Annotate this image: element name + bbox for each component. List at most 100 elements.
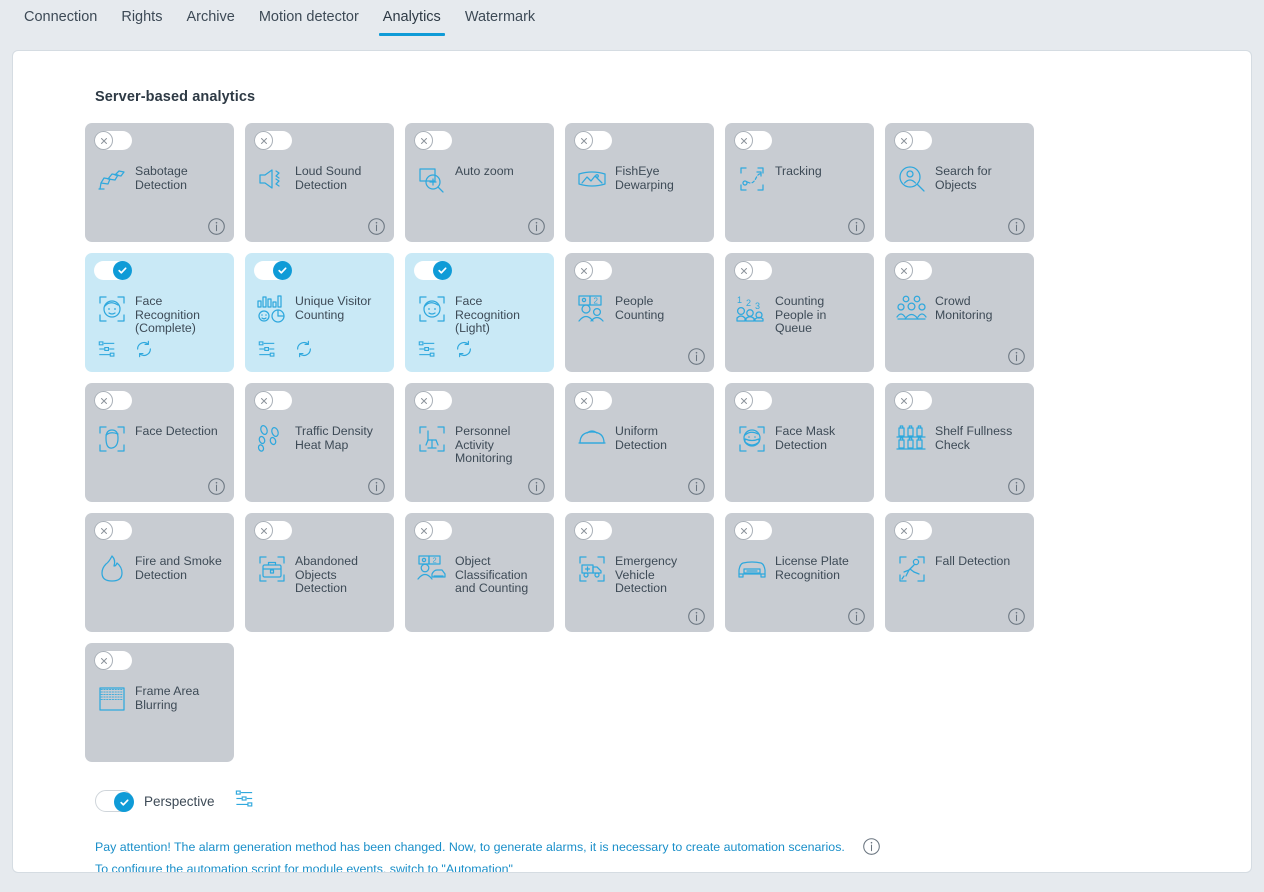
analytics-card-sabotage-detection[interactable]: Sabotage Detection [85, 123, 234, 242]
refresh-icon[interactable] [294, 339, 314, 364]
check-icon [119, 798, 128, 806]
close-icon [740, 397, 747, 404]
analytics-card-face-mask-detection[interactable]: Face Mask Detection [725, 383, 874, 502]
toggle-knob [273, 261, 292, 280]
toggle-face-detection[interactable] [94, 391, 132, 410]
toggle-object-classification-and-counting[interactable] [414, 521, 452, 540]
toggle-loud-sound-detection[interactable] [254, 131, 292, 150]
info-icon[interactable] [367, 477, 386, 496]
info-icon[interactable] [687, 347, 706, 366]
card-label: License Plate Recognition [775, 554, 849, 582]
analytics-card-counting-people-in-queue[interactable]: 1 2 3 Counting People in Queue [725, 253, 874, 372]
toggle-shelf-fullness-check[interactable] [894, 391, 932, 410]
analytics-card-fall-detection[interactable]: Fall Detection [885, 513, 1034, 632]
analytics-card-loud-sound-detection[interactable]: Loud Sound Detection [245, 123, 394, 242]
toggle-tracking[interactable] [734, 131, 772, 150]
toggle-face-recognition-complete[interactable] [94, 261, 132, 280]
toggle-crowd-monitoring[interactable] [894, 261, 932, 280]
toggle-uniform-detection[interactable] [574, 391, 612, 410]
analytics-card-uniform-detection[interactable]: Uniform Detection [565, 383, 714, 502]
info-icon[interactable] [862, 837, 881, 856]
toggle-knob [254, 131, 273, 150]
tab-archive[interactable]: Archive [174, 0, 246, 38]
info-icon[interactable] [207, 217, 226, 236]
toggle-sabotage-detection[interactable] [94, 131, 132, 150]
info-icon[interactable] [687, 477, 706, 496]
info-icon[interactable] [847, 217, 866, 236]
analytics-card-auto-zoom[interactable]: Auto zoom [405, 123, 554, 242]
info-icon[interactable] [1007, 217, 1026, 236]
toggle-frame-area-blurring[interactable] [94, 651, 132, 670]
toggle-people-counting[interactable] [574, 261, 612, 280]
analytics-card-people-counting[interactable]: 2 People Counting [565, 253, 714, 372]
analytics-card-face-recognition-complete[interactable]: Face Recognition (Complete) [85, 253, 234, 372]
info-icon[interactable] [1007, 477, 1026, 496]
analytics-card-fire-and-smoke-detection[interactable]: Fire and Smoke Detection [85, 513, 234, 632]
toggle-abandoned-objects-detection[interactable] [254, 521, 292, 540]
analytics-card-unique-visitor-counting[interactable]: Unique Visitor Counting [245, 253, 394, 372]
analytics-card-emergency-vehicle-detection[interactable]: Emergency Vehicle Detection [565, 513, 714, 632]
analytics-card-frame-area-blurring[interactable]: Frame Area Blurring [85, 643, 234, 762]
info-icon[interactable] [1007, 347, 1026, 366]
shelf-fullness-icon [894, 421, 930, 457]
close-icon [900, 397, 907, 404]
settings-sliders-icon[interactable] [257, 339, 277, 364]
toggle-knob [894, 521, 913, 540]
toggle-knob [894, 391, 913, 410]
analytics-card-face-recognition-light[interactable]: Face Recognition (Light) [405, 253, 554, 372]
analytics-card-shelf-fullness-check[interactable]: Shelf Fullness Check [885, 383, 1034, 502]
toggle-emergency-vehicle-detection[interactable] [574, 521, 612, 540]
card-label: Loud Sound Detection [295, 164, 362, 192]
card-body: Crowd Monitoring [894, 290, 1025, 327]
card-label: Fire and Smoke Detection [135, 554, 222, 582]
toggle-fire-and-smoke-detection[interactable] [94, 521, 132, 540]
settings-sliders-icon[interactable] [417, 339, 437, 364]
tab-connection[interactable]: Connection [12, 0, 109, 38]
info-icon[interactable] [847, 607, 866, 626]
toggle-fall-detection[interactable] [894, 521, 932, 540]
refresh-icon[interactable] [134, 339, 154, 364]
info-icon[interactable] [1007, 607, 1026, 626]
info-icon[interactable] [367, 217, 386, 236]
settings-sliders-icon[interactable] [97, 339, 117, 364]
analytics-card-abandoned-objects-detection[interactable]: Abandoned Objects Detection [245, 513, 394, 632]
card-body: Uniform Detection [574, 420, 705, 457]
tab-watermark[interactable]: Watermark [453, 0, 547, 38]
toggle-personnel-activity-monitoring[interactable] [414, 391, 452, 410]
card-label: Face Recognition (Complete) [135, 294, 200, 336]
info-icon[interactable] [527, 217, 546, 236]
settings-sliders-icon[interactable] [234, 788, 255, 814]
refresh-icon[interactable] [454, 339, 474, 364]
perspective-toggle[interactable] [95, 790, 134, 812]
frame-blurring-icon [94, 681, 130, 717]
analytics-card-face-detection[interactable]: Face Detection [85, 383, 234, 502]
analytics-card-grid: Sabotage Detection Loud Sound Detection [85, 123, 1036, 762]
analytics-card-object-classification-and-counting[interactable]: 2 Object Classification and Counting [405, 513, 554, 632]
card-body: Unique Visitor Counting [254, 290, 385, 327]
info-icon[interactable] [687, 607, 706, 626]
analytics-card-search-for-objects[interactable]: Search for Objects [885, 123, 1034, 242]
tab-motion-detector[interactable]: Motion detector [247, 0, 371, 38]
toggle-traffic-density-heat-map[interactable] [254, 391, 292, 410]
toggle-counting-people-in-queue[interactable] [734, 261, 772, 280]
analytics-card-fisheye-dewarping[interactable]: FishEye Dewarping [565, 123, 714, 242]
info-icon[interactable] [527, 477, 546, 496]
analytics-card-traffic-density-heat-map[interactable]: Traffic Density Heat Map [245, 383, 394, 502]
tab-analytics[interactable]: Analytics [371, 0, 453, 38]
toggle-face-mask-detection[interactable] [734, 391, 772, 410]
analytics-card-personnel-activity-monitoring[interactable]: Personnel Activity Monitoring [405, 383, 554, 502]
tab-rights[interactable]: Rights [109, 0, 174, 38]
toggle-unique-visitor-counting[interactable] [254, 261, 292, 280]
analytics-card-tracking[interactable]: Tracking [725, 123, 874, 242]
info-icon[interactable] [207, 477, 226, 496]
toggle-license-plate-recognition[interactable] [734, 521, 772, 540]
toggle-knob [894, 131, 913, 150]
perspective-label: Perspective [144, 793, 215, 809]
toggle-auto-zoom[interactable] [414, 131, 452, 150]
toggle-fisheye-dewarping[interactable] [574, 131, 612, 150]
toggle-face-recognition-light[interactable] [414, 261, 452, 280]
toggle-search-for-objects[interactable] [894, 131, 932, 150]
close-icon [100, 137, 107, 144]
analytics-card-crowd-monitoring[interactable]: Crowd Monitoring [885, 253, 1034, 372]
analytics-card-license-plate-recognition[interactable]: License Plate Recognition [725, 513, 874, 632]
